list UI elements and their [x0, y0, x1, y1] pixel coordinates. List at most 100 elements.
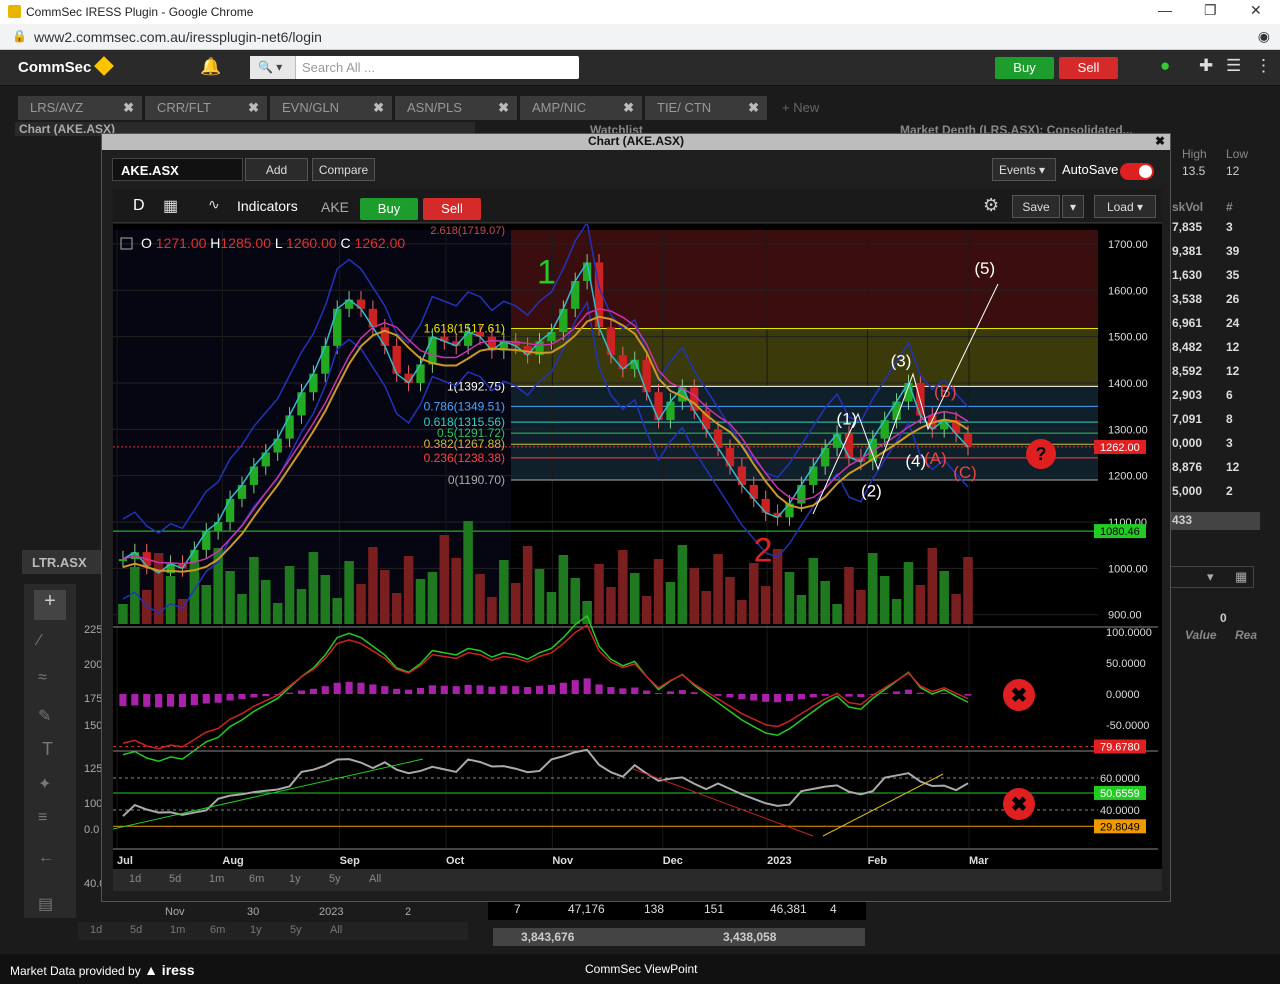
events-dropdown[interactable]: Events ▾ [992, 158, 1056, 181]
candlestick-icon[interactable]: ▦ [163, 196, 178, 216]
calendar-icon[interactable]: ▦ [1235, 569, 1247, 585]
search-box[interactable]: 🔍 ▾ Search All ... [250, 56, 579, 79]
range-button[interactable]: 1y [250, 924, 262, 936]
range-button[interactable]: 5d [130, 924, 142, 936]
modal-header[interactable]: Chart (AKE.ASX) ✖ [102, 134, 1170, 150]
volume-bar [832, 604, 842, 624]
tab-crr-flt[interactable]: CRR/FLT ✖ [145, 96, 267, 120]
ruler-icon[interactable]: ▤ [38, 894, 53, 914]
more-icon[interactable]: ⋮ [1255, 56, 1272, 76]
range-button[interactable]: 5y [290, 924, 302, 936]
close-tab-icon[interactable]: ✖ [623, 100, 634, 116]
range-button-1y[interactable]: 1y [289, 873, 301, 885]
range-button[interactable]: 1d [90, 924, 102, 936]
eye-icon[interactable]: ◉ [1258, 28, 1270, 45]
add-button[interactable]: Add [245, 158, 308, 181]
macd-histogram-bar [238, 694, 246, 700]
macd-histogram-bar [714, 694, 722, 696]
macd-histogram-bar [797, 694, 805, 700]
add-icon[interactable]: ✚ [1199, 56, 1213, 76]
range-button[interactable]: All [330, 924, 342, 936]
macd-histogram-bar [416, 687, 425, 694]
range-button-5d[interactable]: 5d [169, 873, 181, 885]
indicators-icon[interactable]: ∿ [208, 196, 220, 213]
text-tool-icon[interactable]: T [42, 739, 53, 760]
depth-vol: 9,381 [1172, 244, 1203, 258]
close-window-icon[interactable]: ✕ [1250, 2, 1262, 19]
url-text[interactable]: www2.commsec.com.au/iressplugin-net6/log… [34, 29, 322, 45]
range-button[interactable]: 6m [210, 924, 225, 936]
tab-tie-ctn[interactable]: TIE/ CTN ✖ [645, 96, 767, 120]
price-chart[interactable]: 1700.00 1600.00 1500.00 1400.00 1300.00 1200.… [112, 220, 1162, 869]
menu-icon[interactable]: ☰ [1226, 56, 1241, 76]
candle-body [559, 308, 568, 332]
range-button-5y[interactable]: 5y [329, 873, 341, 885]
range-button-1d[interactable]: 1d [129, 873, 141, 885]
date-label: 30 [247, 906, 260, 918]
bell-icon[interactable]: 🔔 [200, 57, 221, 77]
tab-asn-pls[interactable]: ASN/PLS ✖ [395, 96, 517, 120]
chart-area[interactable]: 1700.00 1600.00 1500.00 1400.00 1300.00 1200.… [112, 220, 1162, 869]
gear-icon[interactable]: ⚙ [983, 195, 999, 216]
search-icon[interactable]: 🔍 ▾ [250, 56, 296, 79]
pattern-icon[interactable]: ✦ [38, 774, 51, 794]
lightbulb-icon[interactable]: ● [1160, 56, 1170, 76]
volume-bar [439, 535, 450, 624]
compare-button[interactable]: Compare [312, 158, 375, 181]
volume-bar [641, 596, 652, 624]
close-tab-icon[interactable]: ✖ [248, 100, 259, 116]
macd-histogram-bar [333, 682, 341, 694]
save-button[interactable]: Save [1012, 195, 1060, 218]
macd-histogram-bar [881, 693, 889, 694]
minimize-icon[interactable]: — [1158, 2, 1172, 18]
sell-button[interactable]: Sell [1059, 57, 1118, 79]
back-arrow-icon[interactable]: ← [38, 849, 54, 867]
range-button[interactable]: 1m [170, 924, 185, 936]
close-modal-icon[interactable]: ✖ [1155, 134, 1165, 148]
price-axis-label: 1700.00 [1108, 239, 1148, 251]
depth-row: 6,961 24 [1172, 316, 1262, 340]
range-button-All[interactable]: All [369, 873, 381, 885]
indicators-button[interactable]: Indicators [237, 198, 298, 214]
close-tab-icon[interactable]: ✖ [748, 100, 759, 116]
search-input[interactable]: Search All ... [302, 60, 375, 75]
line-tool-icon[interactable]: ∕ [38, 632, 41, 650]
macd-histogram-bar [583, 678, 591, 694]
volume-bar [141, 590, 152, 624]
depth-count: 3 [1226, 436, 1233, 450]
period-selector[interactable]: D [133, 197, 145, 215]
crosshair-icon[interactable]: + [34, 590, 66, 620]
volume-bar [689, 568, 700, 624]
autosave-toggle[interactable] [1120, 163, 1154, 180]
fib-tool-icon[interactable]: ≡ [38, 809, 47, 827]
macd-histogram-bar [893, 691, 901, 694]
volume-bar [201, 585, 212, 624]
support-value: 1080.46 [1100, 526, 1140, 538]
ltr-symbol-box[interactable]: LTR.ASX [22, 550, 102, 574]
load-dropdown[interactable]: Load ▾ [1094, 195, 1156, 218]
close-tab-icon[interactable]: ✖ [373, 100, 384, 116]
range-button-1m[interactable]: 1m [209, 873, 224, 885]
candle-body [321, 345, 330, 374]
restore-icon[interactable]: ❐ [1204, 2, 1217, 19]
tab-amp-nic[interactable]: AMP/NIC ✖ [520, 96, 642, 120]
depth-vol: 6,961 [1172, 316, 1203, 330]
new-tab-button[interactable]: + New [770, 96, 850, 120]
bg-totals-row: 3,843,676 3,438,058 [493, 928, 865, 946]
tab-lrs-avz[interactable]: LRS/AVZ ✖ [18, 96, 142, 120]
tab-evn-gln[interactable]: EVN/GLN ✖ [270, 96, 392, 120]
multi-line-icon[interactable]: ≈ [38, 669, 47, 687]
save-options-chevron-icon[interactable]: ▾ [1062, 195, 1084, 218]
symbol-input[interactable]: AKE.ASX [112, 158, 243, 181]
close-tab-icon[interactable]: ✖ [123, 100, 134, 116]
pen-icon[interactable]: ✎ [38, 706, 51, 726]
close-tab-icon[interactable]: ✖ [498, 100, 509, 116]
address-bar[interactable]: 🔒 www2.commsec.com.au/iressplugin-net6/l… [0, 24, 1280, 50]
chart-sell-button[interactable]: Sell [423, 198, 481, 220]
macd-histogram-bar [262, 694, 270, 697]
buy-button[interactable]: Buy [995, 57, 1054, 79]
x-axis-label: Nov [552, 855, 574, 867]
depth-dropdown[interactable]: ▾ ▦ [1170, 566, 1254, 588]
chart-buy-button[interactable]: Buy [360, 198, 418, 220]
range-button-6m[interactable]: 6m [249, 873, 264, 885]
